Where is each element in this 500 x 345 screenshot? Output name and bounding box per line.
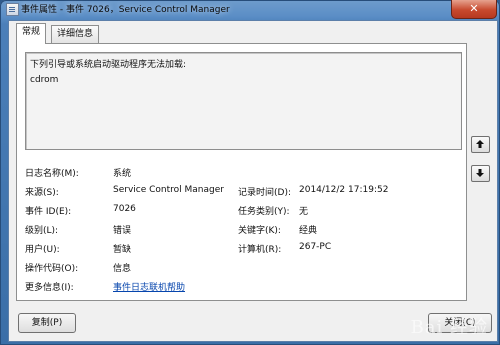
source-value: Service Control Manager — [113, 185, 224, 195]
dialog-client-area: 常规 详细信息 下列引导或系统启动驱动程序无法加载: cdrom 日志名称(M)… — [8, 20, 498, 342]
computer-label: 计算机(R): — [238, 245, 282, 255]
opcode-label: 操作代码(O): — [25, 264, 79, 274]
tab-details[interactable]: 详细信息 — [51, 25, 100, 43]
event-description-box[interactable]: 下列引导或系统启动驱动程序无法加载: cdrom — [25, 52, 462, 150]
arrow-up-icon — [476, 140, 484, 148]
logged-value: 2014/12/2 17:19:52 — [299, 185, 389, 195]
keywords-value: 经典 — [299, 226, 318, 236]
user-label: 用户(U): — [25, 245, 60, 255]
close-icon: ✕ — [469, 2, 479, 15]
title-bar: 事件属性 - 事件 7026，Service Control Manager ✕ — [0, 0, 500, 20]
tab-general-label: 常规 — [22, 27, 41, 37]
app-icon — [6, 3, 19, 16]
event-id-label: 事件 ID(E): — [25, 207, 72, 217]
task-category-value: 无 — [299, 207, 309, 217]
window-close-button[interactable]: ✕ — [451, 0, 497, 19]
more-info-label: 更多信息(I): — [25, 283, 74, 293]
next-event-button[interactable] — [471, 165, 490, 182]
logged-label: 记录时间(D): — [238, 188, 291, 198]
tab-general[interactable]: 常规 — [16, 23, 47, 44]
close-button-label: 关闭(C) — [444, 318, 476, 328]
previous-event-button[interactable] — [471, 136, 490, 153]
event-log-online-help-link[interactable]: 事件日志联机帮助 — [113, 280, 185, 293]
general-tab-panel: 下列引导或系统启动驱动程序无法加载: cdrom 日志名称(M): 系统 来源(… — [16, 43, 467, 301]
window-title: 事件属性 - 事件 7026，Service Control Manager — [21, 5, 230, 15]
arrow-down-icon — [476, 169, 484, 177]
close-button[interactable]: 关闭(C) — [428, 313, 492, 333]
log-name-label: 日志名称(M): — [25, 169, 79, 179]
user-value: 暂缺 — [113, 245, 132, 255]
level-label: 级别(L): — [25, 226, 59, 236]
description-line-2: cdrom — [30, 75, 59, 85]
tab-details-label: 详细信息 — [57, 29, 94, 39]
event-properties-window: 事件属性 - 事件 7026，Service Control Manager ✕… — [0, 0, 500, 345]
copy-button[interactable]: 复制(P) — [18, 313, 76, 333]
opcode-value: 信息 — [113, 264, 132, 274]
keywords-label: 关键字(K): — [238, 226, 281, 236]
event-id-value: 7026 — [113, 204, 136, 214]
log-name-value: 系统 — [113, 169, 132, 179]
description-line-1: 下列引导或系统启动驱动程序无法加载: — [30, 60, 187, 70]
source-label: 来源(S): — [25, 188, 59, 198]
computer-value: 267-PC — [299, 242, 332, 252]
copy-button-label: 复制(P) — [31, 318, 63, 328]
task-category-label: 任务类别(Y): — [238, 207, 290, 217]
level-value: 错误 — [113, 226, 132, 236]
